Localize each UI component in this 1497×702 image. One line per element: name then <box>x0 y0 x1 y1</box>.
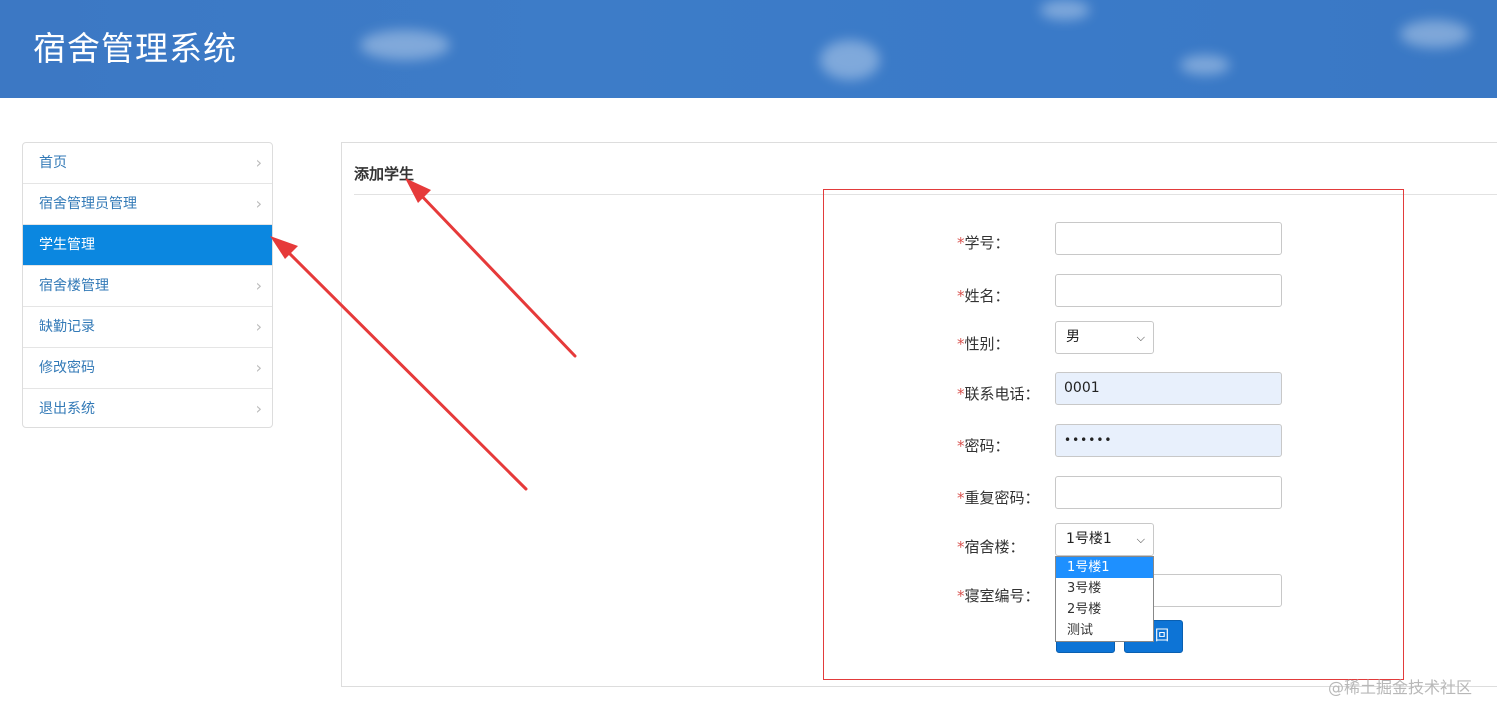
required-mark: * <box>957 538 965 556</box>
sidebar-item-label: 宿舍楼管理 <box>39 278 109 294</box>
required-mark: * <box>957 587 965 605</box>
sidebar-item-label: 退出系统 <box>39 401 95 417</box>
watermark: @稀土掘金技术社区 <box>1328 678 1473 697</box>
header-banner: 宿舍管理系统 <box>0 0 1497 98</box>
required-mark: * <box>957 489 965 507</box>
gender-label: *性别： <box>957 335 1010 353</box>
repeat-password-label: *重复密码： <box>957 489 1040 507</box>
annotation-box-dashed-edge <box>823 679 1404 680</box>
sidebar-item-change-password[interactable]: 修改密码 › <box>23 348 272 389</box>
chevron-right-icon: › <box>255 358 262 377</box>
chevron-right-icon: › <box>255 153 262 172</box>
student-id-label: *学号： <box>957 234 1010 252</box>
chevron-right-icon: › <box>255 317 262 336</box>
sidebar-item-label: 修改密码 <box>39 360 95 376</box>
gender-select-value: 男 <box>1066 329 1080 345</box>
phone-input[interactable]: 0001 <box>1055 372 1282 405</box>
chevron-right-icon: › <box>255 194 262 213</box>
chevron-right-icon: › <box>255 399 262 418</box>
required-mark: * <box>957 234 965 252</box>
student-id-input[interactable] <box>1055 222 1282 255</box>
sidebar-nav: 首页 › 宿舍管理员管理 › 学生管理 宿舍楼管理 › 缺勤记录 › 修改密码 … <box>22 142 273 428</box>
sidebar-item-absence[interactable]: 缺勤记录 › <box>23 307 272 348</box>
building-select[interactable]: 1号楼1 ⌵ <box>1055 523 1154 556</box>
sidebar-item-students[interactable]: 学生管理 <box>23 225 272 266</box>
sidebar-item-logout[interactable]: 退出系统 › <box>23 389 272 427</box>
gender-select[interactable]: 男 ⌵ <box>1055 321 1154 354</box>
dropdown-option[interactable]: 1号楼1 <box>1056 557 1153 578</box>
building-dropdown-list: 1号楼1 3号楼 2号楼 测试 <box>1055 556 1154 642</box>
sidebar-item-home[interactable]: 首页 › <box>23 143 272 184</box>
page-title: 添加学生 <box>354 165 415 183</box>
required-mark: * <box>957 287 965 305</box>
password-label: *密码： <box>957 437 1010 455</box>
sidebar-item-buildings[interactable]: 宿舍楼管理 › <box>23 266 272 307</box>
dropdown-option[interactable]: 2号楼 <box>1056 599 1153 620</box>
sidebar-item-label: 首页 <box>39 155 67 171</box>
app-title: 宿舍管理系统 <box>33 29 237 68</box>
chevron-right-icon: › <box>255 276 262 295</box>
dropdown-option[interactable]: 3号楼 <box>1056 578 1153 599</box>
required-mark: * <box>957 437 965 455</box>
page: 宿舍管理系统 首页 › 宿舍管理员管理 › 学生管理 宿舍楼管理 › 缺勤记录 … <box>0 0 1497 702</box>
repeat-password-input[interactable] <box>1055 476 1282 509</box>
sidebar-item-dorm-admin[interactable]: 宿舍管理员管理 › <box>23 184 272 225</box>
building-label: *宿舍楼： <box>957 538 1025 556</box>
back-button-label: 回 <box>1155 628 1169 644</box>
room-label: *寝室编号： <box>957 587 1040 605</box>
required-mark: * <box>957 335 965 353</box>
chevron-down-icon: ⌵ <box>1136 331 1145 344</box>
required-mark: * <box>957 385 965 403</box>
sidebar-item-label: 学生管理 <box>39 237 95 253</box>
chevron-down-icon: ⌵ <box>1136 533 1145 546</box>
name-input[interactable] <box>1055 274 1282 307</box>
sidebar-item-label: 宿舍管理员管理 <box>39 196 137 212</box>
name-label: *姓名： <box>957 287 1010 305</box>
phone-label: *联系电话： <box>957 385 1040 403</box>
password-input[interactable]: •••••• <box>1055 424 1282 457</box>
sidebar-item-label: 缺勤记录 <box>39 319 95 335</box>
building-select-value: 1号楼1 <box>1066 531 1112 547</box>
dropdown-option[interactable]: 测试 <box>1056 620 1153 641</box>
